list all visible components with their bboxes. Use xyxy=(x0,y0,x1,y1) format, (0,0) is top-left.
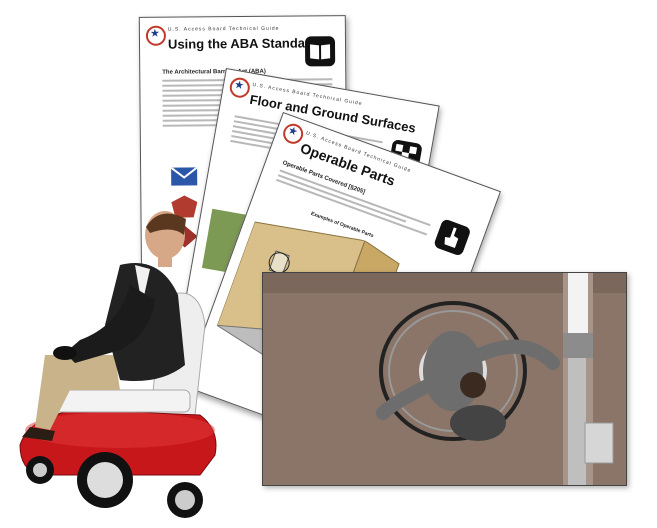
access-board-seal-icon xyxy=(228,76,252,100)
book-icon xyxy=(304,36,336,67)
stage: U.S. Access Board Technical Guide Using … xyxy=(0,0,657,528)
power-wheelchair-user xyxy=(10,205,225,523)
access-board-seal-icon xyxy=(145,25,167,46)
overhead-wheelchair-photo xyxy=(262,272,627,486)
document-header: U.S. Access Board Technical Guide xyxy=(167,25,280,33)
document-title: Using the ABA Standards xyxy=(167,35,326,52)
hand-pointer-icon xyxy=(433,218,472,257)
envelope-icon xyxy=(170,166,198,186)
